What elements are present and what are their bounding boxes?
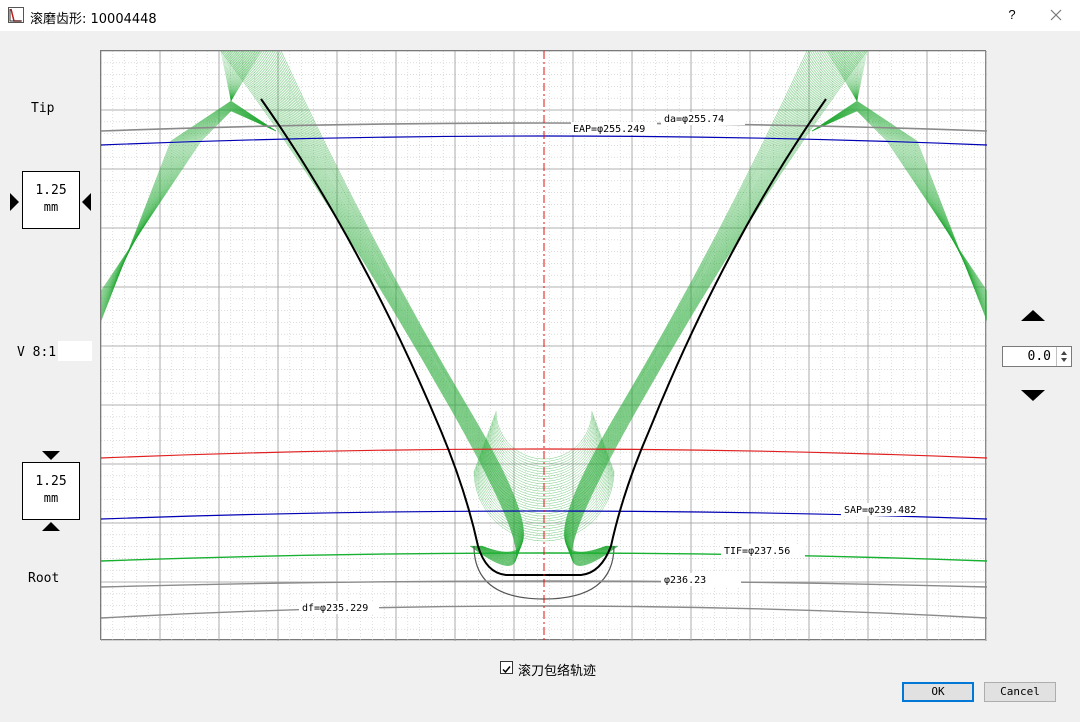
offset-value: 0.0 — [1027, 349, 1051, 364]
scale-ratio-field — [58, 341, 92, 361]
offset-input[interactable]: 0.0 — [1002, 346, 1072, 367]
app-icon — [8, 7, 24, 23]
envelope-trace — [220, 51, 517, 566]
envelope-trace — [229, 51, 518, 564]
sap-label: SAP=φ239.482 — [844, 505, 916, 516]
horizontal-scale-value: 1.25 — [35, 183, 67, 198]
tif-label: TIF=φ237.56 — [724, 546, 790, 557]
vertical-scale-box[interactable]: 1.25 mm — [22, 462, 80, 520]
ok-button[interactable]: OK — [902, 682, 974, 702]
window-title: 滚磨齿形: 10004448 — [30, 12, 157, 27]
envelope-trace — [101, 104, 277, 312]
scale-down-arrow-icon[interactable] — [42, 451, 60, 460]
envelope-trace — [255, 51, 521, 558]
scale-up-arrow-icon[interactable] — [42, 522, 60, 531]
envelope-trace — [251, 51, 521, 559]
envelope-checkbox-label: 滚刀包络轨迹 — [518, 664, 597, 679]
scale-left-arrow-icon[interactable] — [10, 193, 19, 211]
root-label: Root — [28, 571, 60, 586]
d236-label: φ236.23 — [664, 575, 706, 586]
scale-ratio-label: V 8:1 — [17, 345, 57, 360]
vertical-scale-value: 1.25 — [35, 474, 67, 489]
tooth-profile-plot: da=φ255.74 EAP=φ255.249 SAP=φ239.482 TIF… — [100, 50, 987, 641]
cancel-button[interactable]: Cancel — [984, 682, 1056, 702]
vertical-scale-unit: mm — [43, 491, 59, 505]
envelope-checkbox[interactable] — [500, 661, 513, 674]
envelope-trace — [249, 51, 521, 559]
horizontal-scale-box[interactable]: 1.25 mm — [22, 171, 80, 229]
eap-label: EAP=φ255.249 — [573, 124, 645, 135]
profile-canvas: da=φ255.74 EAP=φ255.249 SAP=φ239.482 TIF… — [101, 51, 987, 641]
da-label: da=φ255.74 — [664, 114, 724, 125]
df-label: df=φ235.229 — [302, 603, 368, 614]
close-icon[interactable] — [1044, 4, 1068, 26]
envelope-trace — [224, 51, 518, 565]
help-button[interactable]: ? — [1000, 4, 1024, 26]
offset-up-arrow-icon[interactable] — [1021, 310, 1045, 321]
envelope-trace — [231, 51, 518, 564]
horizontal-scale-unit: mm — [43, 200, 59, 214]
offset-spinner-icon[interactable] — [1056, 347, 1071, 366]
offset-down-arrow-icon[interactable] — [1021, 390, 1045, 401]
envelope-trace — [811, 104, 987, 312]
checkmark-icon — [502, 666, 511, 674]
tip-label: Tip — [31, 101, 55, 116]
title-bar: 滚磨齿形: 10004448 ? — [0, 0, 1080, 31]
scale-right-arrow-icon[interactable] — [82, 193, 91, 211]
envelope-trace — [222, 51, 517, 566]
